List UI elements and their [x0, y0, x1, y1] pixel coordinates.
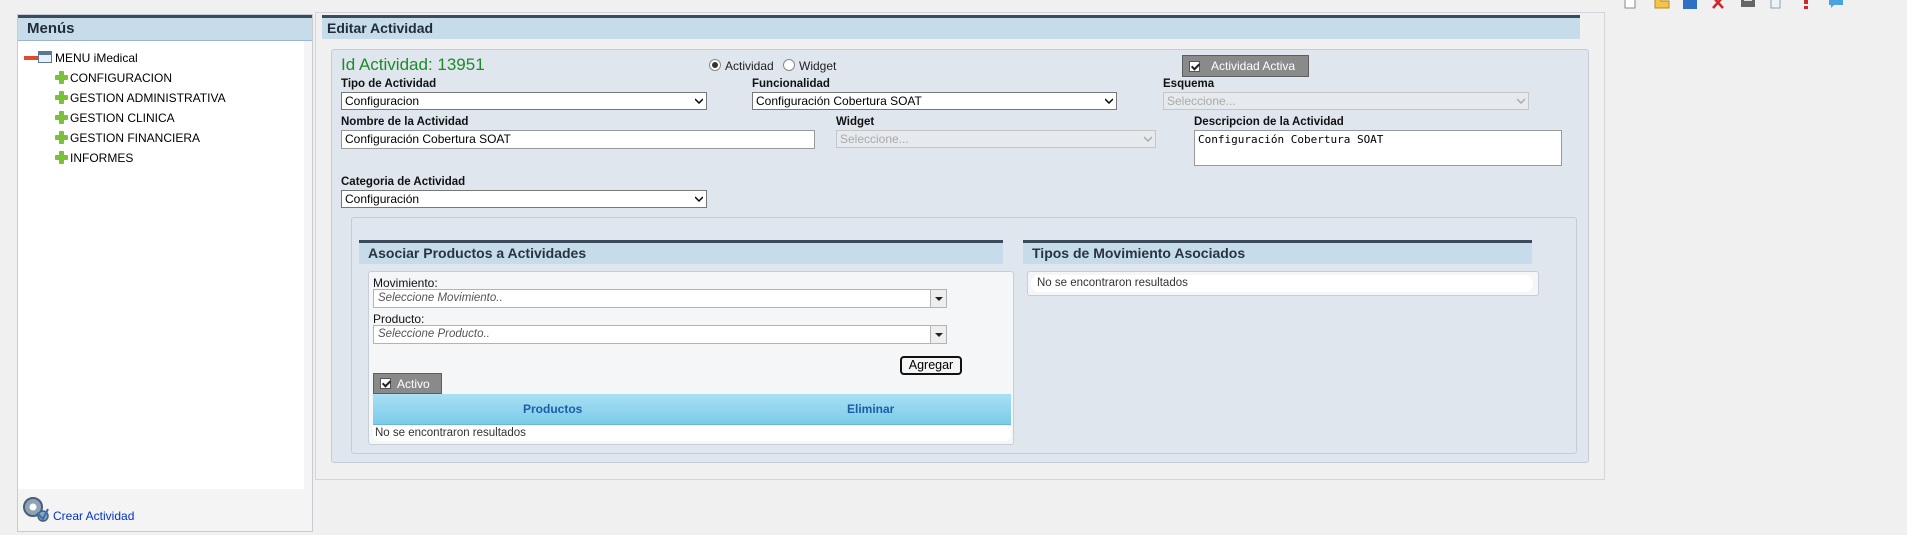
- column-eliminar[interactable]: Eliminar: [847, 394, 894, 424]
- checkbox-icon: [380, 378, 391, 389]
- asociar-productos-title: Asociar Productos a Actividades: [359, 240, 1003, 264]
- main-panel: Editar Actividad Id Actividad: 13951 Act…: [315, 12, 1605, 480]
- open-folder-icon[interactable]: [1654, 0, 1670, 10]
- activo-toggle[interactable]: Activo: [373, 373, 442, 394]
- print-icon[interactable]: [1740, 0, 1756, 10]
- column-productos[interactable]: Productos: [523, 394, 582, 424]
- radio-widget-label: Widget: [799, 59, 837, 73]
- agregar-button[interactable]: Agregar: [900, 356, 962, 375]
- tipo-actividad-value: Configuracion: [345, 94, 420, 108]
- producto-placeholder: Seleccione Producto..: [378, 328, 490, 340]
- tree-item-configuracion[interactable]: CONFIGURACION: [70, 71, 172, 85]
- asociar-productos-box: Movimiento: Seleccione Movimiento.. Prod…: [368, 271, 1014, 445]
- menu-panel: Menús MENU iMedical CONFIGURACION GESTIO…: [17, 14, 313, 532]
- radio-widget[interactable]: [783, 59, 795, 71]
- funcionalidad-label: Funcionalidad: [752, 78, 830, 90]
- menu-folder-icon: [38, 51, 52, 63]
- descripcion-textarea[interactable]: Configuración Cobertura SOAT: [1194, 130, 1562, 166]
- categoria-select[interactable]: Configuración: [341, 190, 707, 208]
- checkbox-icon: [1189, 61, 1200, 72]
- esquema-placeholder: Seleccione...: [1167, 94, 1236, 108]
- producto-label: Producto:: [373, 312, 425, 326]
- tipos-movimiento-box: No se encontraron resultados: [1027, 271, 1539, 296]
- descripcion-label: Descripcion de la Actividad: [1194, 116, 1344, 128]
- tree-root-menu-imedical[interactable]: MENU iMedical: [55, 51, 138, 65]
- gear-icon: [23, 497, 49, 522]
- expand-plus-icon[interactable]: [55, 111, 68, 124]
- tipos-movimiento-title: Tipos de Movimiento Asociados: [1023, 240, 1532, 264]
- alert-icon[interactable]: [1798, 0, 1814, 10]
- top-toolbar: [1600, 0, 1907, 12]
- menu-footer: Crear Actividad: [18, 489, 312, 531]
- menu-panel-title: Menús: [18, 15, 312, 41]
- chevron-down-icon[interactable]: [930, 326, 946, 343]
- radio-actividad-label: Actividad: [725, 59, 774, 73]
- tipo-actividad-label: Tipo de Actividad: [341, 78, 437, 90]
- productos-section: Asociar Productos a Actividades Tipos de…: [351, 217, 1577, 454]
- copy-icon[interactable]: [1768, 0, 1784, 10]
- expand-plus-icon[interactable]: [55, 71, 68, 84]
- funcionalidad-select[interactable]: Configuración Cobertura SOAT: [752, 92, 1117, 110]
- chevron-down-icon: [1144, 136, 1152, 143]
- widget-label: Widget: [836, 116, 875, 128]
- categoria-label: Categoria de Actividad: [341, 176, 466, 188]
- esquema-select: Seleccione...: [1163, 92, 1529, 110]
- productos-empty-row: No se encontraron resultados: [373, 426, 1011, 441]
- tree-item-informes[interactable]: INFORMES: [70, 151, 133, 165]
- crear-actividad-link[interactable]: Crear Actividad: [53, 509, 134, 523]
- actividad-activa-label: Actividad Activa: [1211, 59, 1296, 73]
- widget-placeholder: Seleccione...: [840, 132, 909, 146]
- page-title: Editar Actividad: [322, 15, 1580, 39]
- new-document-icon[interactable]: [1622, 0, 1638, 10]
- movimiento-combo[interactable]: Seleccione Movimiento..: [373, 289, 947, 308]
- tree-item-gestion-clinica[interactable]: GESTION CLINICA: [70, 111, 175, 125]
- activo-label: Activo: [397, 377, 430, 391]
- tree-item-gestion-administrativa[interactable]: GESTION ADMINISTRATIVA: [70, 91, 226, 105]
- actividad-form: Id Actividad: 13951 Actividad Widget Act…: [331, 49, 1589, 463]
- save-icon[interactable]: [1682, 0, 1698, 10]
- chevron-down-icon: [695, 98, 703, 105]
- id-actividad: Id Actividad: 13951: [341, 55, 485, 74]
- expand-plus-icon[interactable]: [55, 131, 68, 144]
- actividad-activa-toggle[interactable]: Actividad Activa: [1182, 55, 1309, 77]
- tipos-movimiento-empty: No se encontraron resultados: [1031, 275, 1533, 292]
- chevron-down-icon: [1517, 98, 1525, 105]
- menu-scrollbar[interactable]: [304, 41, 312, 489]
- tipo-actividad-select[interactable]: Configuracion: [341, 92, 707, 110]
- chevron-down-icon: [1105, 98, 1113, 105]
- radio-actividad[interactable]: [709, 59, 721, 71]
- producto-combo[interactable]: Seleccione Producto..: [373, 325, 947, 344]
- chevron-down-icon[interactable]: [930, 290, 946, 307]
- expand-plus-icon[interactable]: [55, 91, 68, 104]
- delete-icon[interactable]: [1710, 0, 1726, 10]
- expand-plus-icon[interactable]: [55, 151, 68, 164]
- productos-grid-header: Productos Eliminar: [373, 394, 1011, 425]
- chevron-down-icon: [695, 196, 703, 203]
- menu-tree: MENU iMedical CONFIGURACION GESTION ADMI…: [22, 41, 304, 489]
- nombre-actividad-input[interactable]: Configuración Cobertura SOAT: [341, 130, 815, 149]
- tree-item-gestion-financiera[interactable]: GESTION FINANCIERA: [70, 131, 200, 145]
- movimiento-placeholder: Seleccione Movimiento..: [378, 292, 503, 304]
- widget-select: Seleccione...: [836, 130, 1156, 148]
- movimiento-label: Movimiento:: [373, 276, 438, 290]
- collapse-icon[interactable]: [24, 56, 38, 60]
- esquema-label: Esquema: [1163, 78, 1215, 90]
- chat-icon[interactable]: [1828, 0, 1844, 10]
- categoria-value: Configuración: [345, 192, 420, 206]
- nombre-actividad-label: Nombre de la Actividad: [341, 116, 469, 128]
- funcionalidad-value: Configuración Cobertura SOAT: [756, 94, 922, 108]
